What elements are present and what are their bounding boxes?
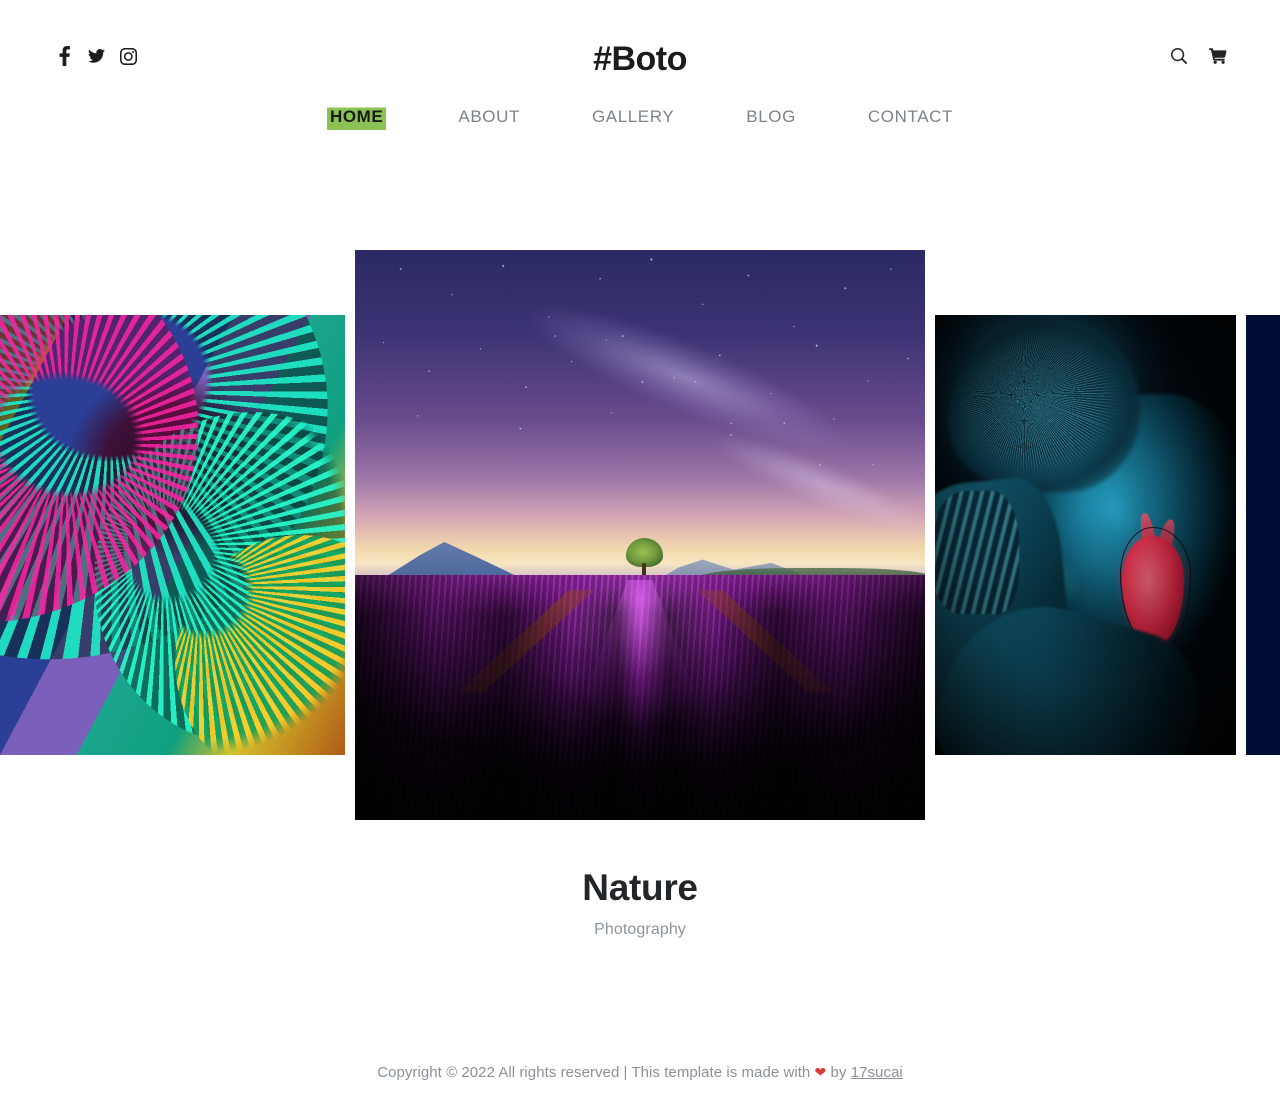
field-vignette [355, 574, 925, 820]
slinky-artwork [0, 315, 345, 755]
nav-item-contact[interactable]: CONTACT [868, 104, 953, 130]
carousel-slide-slinky[interactable] [0, 315, 345, 755]
caption-subtitle: Photography [594, 920, 686, 938]
nav-item-about[interactable]: ABOUT [458, 104, 520, 130]
cart-button[interactable] [1208, 44, 1228, 68]
header-tools [1169, 44, 1228, 68]
heart-icon: ❤ [814, 1064, 827, 1080]
footer-by-text: by [830, 1064, 847, 1081]
caption-title: Nature [582, 867, 698, 908]
site-footer: Copyright © 2022 All rights reserved | T… [0, 1064, 1280, 1081]
bodypaint-vignette [935, 315, 1236, 755]
nav-item-home[interactable]: HOME [326, 104, 387, 130]
footer-credit-link[interactable]: 17sucai [851, 1064, 903, 1081]
carousel-slide-bodypaint[interactable] [935, 315, 1236, 755]
image-carousel[interactable] [0, 250, 1280, 822]
nav-item-blog[interactable]: BLOG [746, 104, 796, 130]
search-icon [1171, 48, 1187, 64]
lavender-artwork [355, 250, 925, 820]
carousel-slide-next-partial[interactable] [1246, 315, 1280, 755]
slide-caption: Nature Photography [0, 867, 1280, 939]
carousel-slide-lavender[interactable] [355, 250, 925, 820]
footer-copyright-text: Copyright © 2022 All rights reserved | T… [377, 1064, 811, 1081]
page-root: #Boto HOME ABOUT GALLERY BLOG CONTACT Na… [0, 0, 1280, 1103]
site-logo[interactable]: #Boto [0, 40, 1280, 79]
bodypaint-artwork [935, 315, 1236, 755]
search-button[interactable] [1169, 44, 1189, 68]
main-navigation: HOME ABOUT GALLERY BLOG CONTACT [0, 104, 1280, 130]
cart-icon [1209, 48, 1227, 64]
site-header: #Boto HOME ABOUT GALLERY BLOG CONTACT [0, 0, 1280, 150]
nav-item-gallery[interactable]: GALLERY [592, 104, 674, 130]
lavender-field [355, 574, 925, 820]
